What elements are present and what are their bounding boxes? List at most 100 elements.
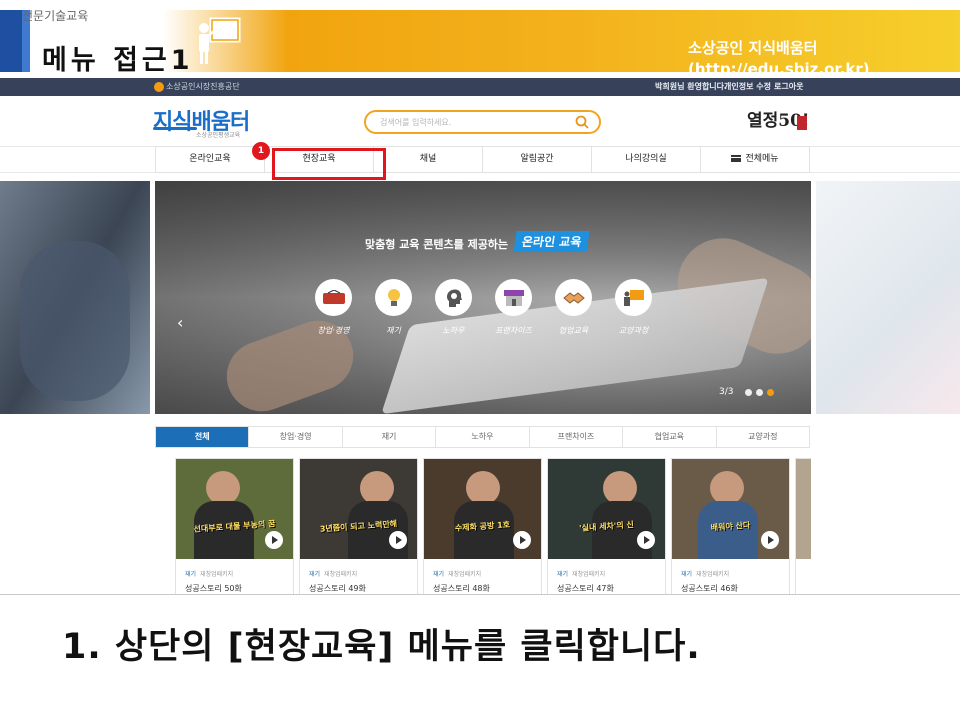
chevron-left-icon[interactable]: ‹: [177, 313, 183, 332]
card-meta: 재기 재창업패키지: [185, 569, 233, 578]
video-card[interactable]: '실내 세차'의 신 재기 재창업패키지 성공스토리 47화: [547, 458, 666, 594]
tab-liberal-arts[interactable]: 교양과정: [715, 427, 809, 447]
card-title[interactable]: 성공스토리 49화: [309, 583, 366, 594]
banner-category-label: 재기: [386, 326, 401, 335]
thumbnail-person: [466, 471, 500, 505]
video-card[interactable]: 수제화 공방 1호 재기 재창업패키지 성공스토리 48화: [423, 458, 542, 594]
video-thumbnail[interactable]: 3년쯤이 되고 노력만해: [300, 459, 417, 559]
video-card-partial[interactable]: [795, 458, 811, 594]
search-icon[interactable]: [575, 115, 589, 129]
carousel-dot-active[interactable]: [767, 389, 774, 396]
tab-knowhow[interactable]: 노하우: [435, 427, 528, 447]
card-subcategory: 재창업패키지: [448, 571, 482, 578]
banner-page-indicator: 3/3: [719, 387, 734, 397]
video-thumbnail[interactable]: 선대부로 대물 부농의 꿈: [176, 459, 293, 559]
play-icon[interactable]: [265, 531, 283, 549]
card-title[interactable]: 성공스토리 47화: [557, 583, 614, 594]
banner-tag: 온라인 교육: [513, 231, 590, 252]
card-subcategory: 재창업패키지: [572, 571, 606, 578]
banner-category-icons: 창업·경영 재기 노하우 프랜차이즈 협업교육 교양과정: [315, 279, 652, 336]
card-subcategory: 재창업패키지: [324, 571, 358, 578]
card-subcategory: 재창업패키지: [200, 571, 234, 578]
nav-item-channel[interactable]: 채널: [373, 147, 482, 172]
slide-title: 메뉴 접근1: [42, 45, 194, 76]
play-icon[interactable]: [761, 531, 779, 549]
website-screenshot: 소상공인시장진흥공단 박희원님 환영합니다. 개인정보 수정 로그아웃 지식배움…: [0, 78, 960, 594]
card-meta: 재기 재창업패키지: [681, 569, 729, 578]
nav-item-online-education[interactable]: 온라인교육: [155, 147, 264, 172]
play-icon[interactable]: [513, 531, 531, 549]
nav-item-my-classroom[interactable]: 나의강의실: [591, 147, 700, 172]
video-thumbnail[interactable]: 수제화 공방 1호: [424, 459, 541, 559]
tab-cooperation[interactable]: 협업교육: [622, 427, 715, 447]
banner-category-franchise[interactable]: 프랜차이즈: [495, 279, 532, 336]
all-menu-label: 전체메뉴: [745, 154, 779, 164]
banner-category-startup[interactable]: 창업·경영: [315, 279, 352, 336]
welcome-text: 박희원님 환영합니다.: [655, 82, 728, 91]
step-badge: 1: [252, 142, 270, 160]
screenshot-bottom-edge: [0, 594, 960, 595]
nav-item-notice[interactable]: 알림공간: [482, 147, 591, 172]
banner-category-restart[interactable]: 재기: [375, 279, 412, 336]
carousel-prev-slide-peek: [0, 181, 150, 414]
carousel-dot[interactable]: [756, 389, 763, 396]
banner-category-label: 협업교육: [558, 326, 589, 335]
nav-item-all-menu[interactable]: 전체메뉴: [700, 147, 810, 172]
card-subcategory: 재창업패키지: [696, 571, 730, 578]
storefront-icon: [495, 279, 532, 316]
logout-link[interactable]: 로그아웃: [774, 81, 803, 92]
play-icon[interactable]: [637, 531, 655, 549]
edit-profile-link[interactable]: 개인정보 수정: [724, 81, 771, 92]
banner-category-knowhow[interactable]: 노하우: [435, 279, 472, 336]
site-top-bar: 소상공인시장진흥공단 박희원님 환영합니다. 개인정보 수정 로그아웃: [0, 78, 960, 96]
card-category: 재기: [681, 571, 693, 578]
thumbnail-person: [603, 471, 637, 505]
logo-subtitle: 소상공인평생교육: [196, 132, 241, 139]
card-meta: 재기 재창업패키지: [433, 569, 481, 578]
play-icon[interactable]: [389, 531, 407, 549]
search-box[interactable]: 검색어를 입력하세요.: [364, 110, 601, 134]
instruction-text: 1. 상단의 [현장교육] 메뉴를 클릭합니다.: [62, 627, 701, 667]
thumbnail-person: [710, 471, 744, 505]
video-thumbnail[interactable]: 배워야 산다: [672, 459, 789, 559]
card-meta: 재기 재창업패키지: [557, 569, 605, 578]
tab-all[interactable]: 전체: [156, 427, 249, 447]
teacher-icon: [199, 17, 241, 64]
card-title[interactable]: 성공스토리 48화: [433, 583, 490, 594]
open-sign-icon: [315, 279, 352, 316]
logo-swoosh: [153, 127, 197, 130]
tab-startup[interactable]: 창업·경영: [248, 427, 341, 447]
card-title[interactable]: 성공스토리 46화: [681, 583, 738, 594]
head-gear-icon: [435, 279, 472, 316]
banner-category-label: 노하우: [442, 326, 465, 335]
slide-sup-label: 전문기술교육: [22, 9, 89, 23]
handshake-icon: [555, 279, 592, 316]
video-card[interactable]: 배워야 산다 재기 재창업패키지 성공스토리 46화: [671, 458, 790, 594]
thumbnail-person: [206, 471, 240, 505]
category-tabs: 전체 창업·경영 재기 노하우 프랜차이즈 협업교육 교양과정: [155, 426, 810, 448]
video-thumbnail: [796, 459, 811, 559]
main-banner[interactable]: 맞춤형 교육 콘텐츠를 제공하는 온라인 교육 창업·경영 재기 노하우 프랜차…: [155, 181, 811, 414]
video-thumbnail[interactable]: '실내 세차'의 신: [548, 459, 665, 559]
presentation-icon: [615, 279, 652, 316]
banner-category-label: 창업·경영: [317, 326, 350, 335]
card-category: 재기: [185, 571, 197, 578]
brand-name: 소상공인시장진흥공단: [166, 82, 240, 91]
hamburger-icon: [731, 155, 742, 162]
search-placeholder: 검색어를 입력하세요.: [380, 118, 452, 127]
slogan-badge: 열정50!: [747, 111, 809, 131]
card-category: 재기: [309, 571, 321, 578]
banner-category-liberal-arts[interactable]: 교양과정: [615, 279, 652, 336]
card-title[interactable]: 성공스토리 50화: [185, 583, 242, 594]
card-category: 재기: [557, 571, 569, 578]
video-card[interactable]: 3년쯤이 되고 노력만해 재기 재창업패키지 성공스토리 49화: [299, 458, 418, 594]
banner-category-cooperation[interactable]: 협업교육: [555, 279, 592, 336]
carousel-dots: [745, 389, 774, 396]
card-category: 재기: [433, 571, 445, 578]
video-card[interactable]: 선대부로 대물 부농의 꿈 재기 재창업패키지 성공스토리 50화: [175, 458, 294, 594]
tab-franchise[interactable]: 프랜차이즈: [528, 427, 622, 447]
thumbnail-person: [360, 471, 394, 505]
tab-restart[interactable]: 재기: [341, 427, 435, 447]
carousel-dot[interactable]: [745, 389, 752, 396]
slide: 전문기술교육 메뉴 접근1 소상공인 지식배움터(http://edu.sbiz…: [0, 0, 960, 720]
